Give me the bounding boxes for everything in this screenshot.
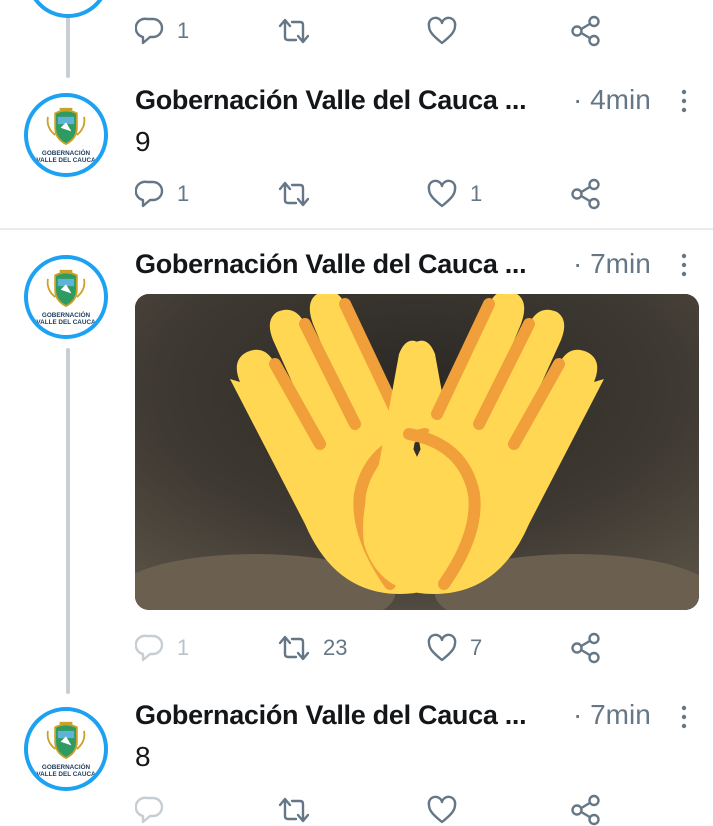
author-name[interactable]: Gobernación Valle del Cauca ...	[135, 85, 527, 116]
author-name[interactable]: Gobernación Valle del Cauca ...	[135, 249, 527, 280]
retweet-icon	[277, 179, 311, 209]
heart-icon	[426, 795, 458, 825]
tweet-media[interactable]	[135, 294, 699, 610]
reply-count: 1	[177, 635, 190, 660]
more-options-icon[interactable]	[676, 252, 692, 278]
author-name[interactable]: Gobernación Valle del Cauca ...	[135, 700, 527, 731]
reply-button[interactable]: 1	[135, 633, 189, 663]
share-button[interactable]	[570, 15, 602, 47]
tweet-time[interactable]: · 4min	[573, 84, 651, 116]
retweet-icon	[277, 633, 311, 663]
tweet-divider	[0, 228, 713, 230]
tweet-time[interactable]: · 7min	[573, 699, 651, 731]
avatar[interactable]	[26, 0, 110, 18]
like-button[interactable]: 1	[426, 179, 482, 209]
reply-button[interactable]: 1	[135, 16, 189, 46]
more-options-icon[interactable]	[676, 704, 692, 730]
heart-icon	[426, 633, 458, 663]
retweet-button[interactable]	[277, 795, 311, 825]
svg-text:GOBERNACIÓN: GOBERNACIÓN	[42, 310, 91, 319]
heart-icon	[426, 179, 458, 209]
svg-text:GOBERNACIÓN: GOBERNACIÓN	[42, 148, 91, 157]
share-icon	[570, 794, 602, 826]
share-icon	[570, 15, 602, 47]
share-button[interactable]	[570, 178, 602, 210]
like-button[interactable]	[426, 16, 458, 46]
more-options-icon[interactable]	[676, 88, 692, 114]
tweet-text: 8	[135, 741, 151, 772]
like-count: 7	[470, 635, 483, 660]
avatar[interactable]: GOBERNACIÓN VALLE DEL CAUCA	[24, 255, 108, 339]
reply-icon	[135, 633, 165, 663]
tweet-text: 9	[135, 126, 151, 157]
avatar[interactable]: GOBERNACIÓN VALLE DEL CAUCA	[24, 93, 108, 177]
share-button[interactable]	[570, 632, 602, 664]
thread-line	[66, 348, 70, 694]
share-button[interactable]	[570, 794, 602, 826]
like-button[interactable]: 7	[426, 633, 482, 663]
reply-count: 1	[177, 18, 190, 43]
retweet-button[interactable]: 23	[277, 633, 347, 663]
share-icon	[570, 178, 602, 210]
reply-button[interactable]	[135, 795, 165, 825]
retweet-icon	[277, 795, 311, 825]
reply-button[interactable]: 1	[135, 179, 189, 209]
retweet-count: 23	[323, 635, 348, 660]
svg-text:GOBERNACIÓN: GOBERNACIÓN	[42, 762, 91, 771]
reply-count: 1	[177, 181, 190, 206]
heart-icon	[426, 16, 458, 46]
raising-hands-icon	[135, 294, 699, 610]
retweet-button[interactable]	[277, 179, 311, 209]
valle-del-cauca-logo: GOBERNACIÓN VALLE DEL CAUCA	[36, 711, 96, 778]
svg-text:VALLE DEL CAUCA: VALLE DEL CAUCA	[36, 771, 96, 778]
like-count: 1	[470, 181, 483, 206]
avatar[interactable]: GOBERNACIÓN VALLE DEL CAUCA	[24, 707, 108, 791]
share-icon	[570, 632, 602, 664]
tweet-time[interactable]: · 7min	[573, 248, 651, 280]
retweet-button[interactable]	[277, 16, 311, 46]
valle-del-cauca-logo: GOBERNACIÓN VALLE DEL CAUCA	[36, 259, 96, 326]
reply-icon	[135, 795, 165, 825]
svg-text:VALLE DEL CAUCA: VALLE DEL CAUCA	[36, 157, 96, 164]
reply-icon	[135, 179, 165, 209]
svg-text:VALLE DEL CAUCA: VALLE DEL CAUCA	[36, 319, 96, 326]
retweet-icon	[277, 16, 311, 46]
reply-icon	[135, 16, 165, 46]
valle-del-cauca-logo: GOBERNACIÓN VALLE DEL CAUCA	[36, 97, 96, 164]
like-button[interactable]	[426, 795, 458, 825]
